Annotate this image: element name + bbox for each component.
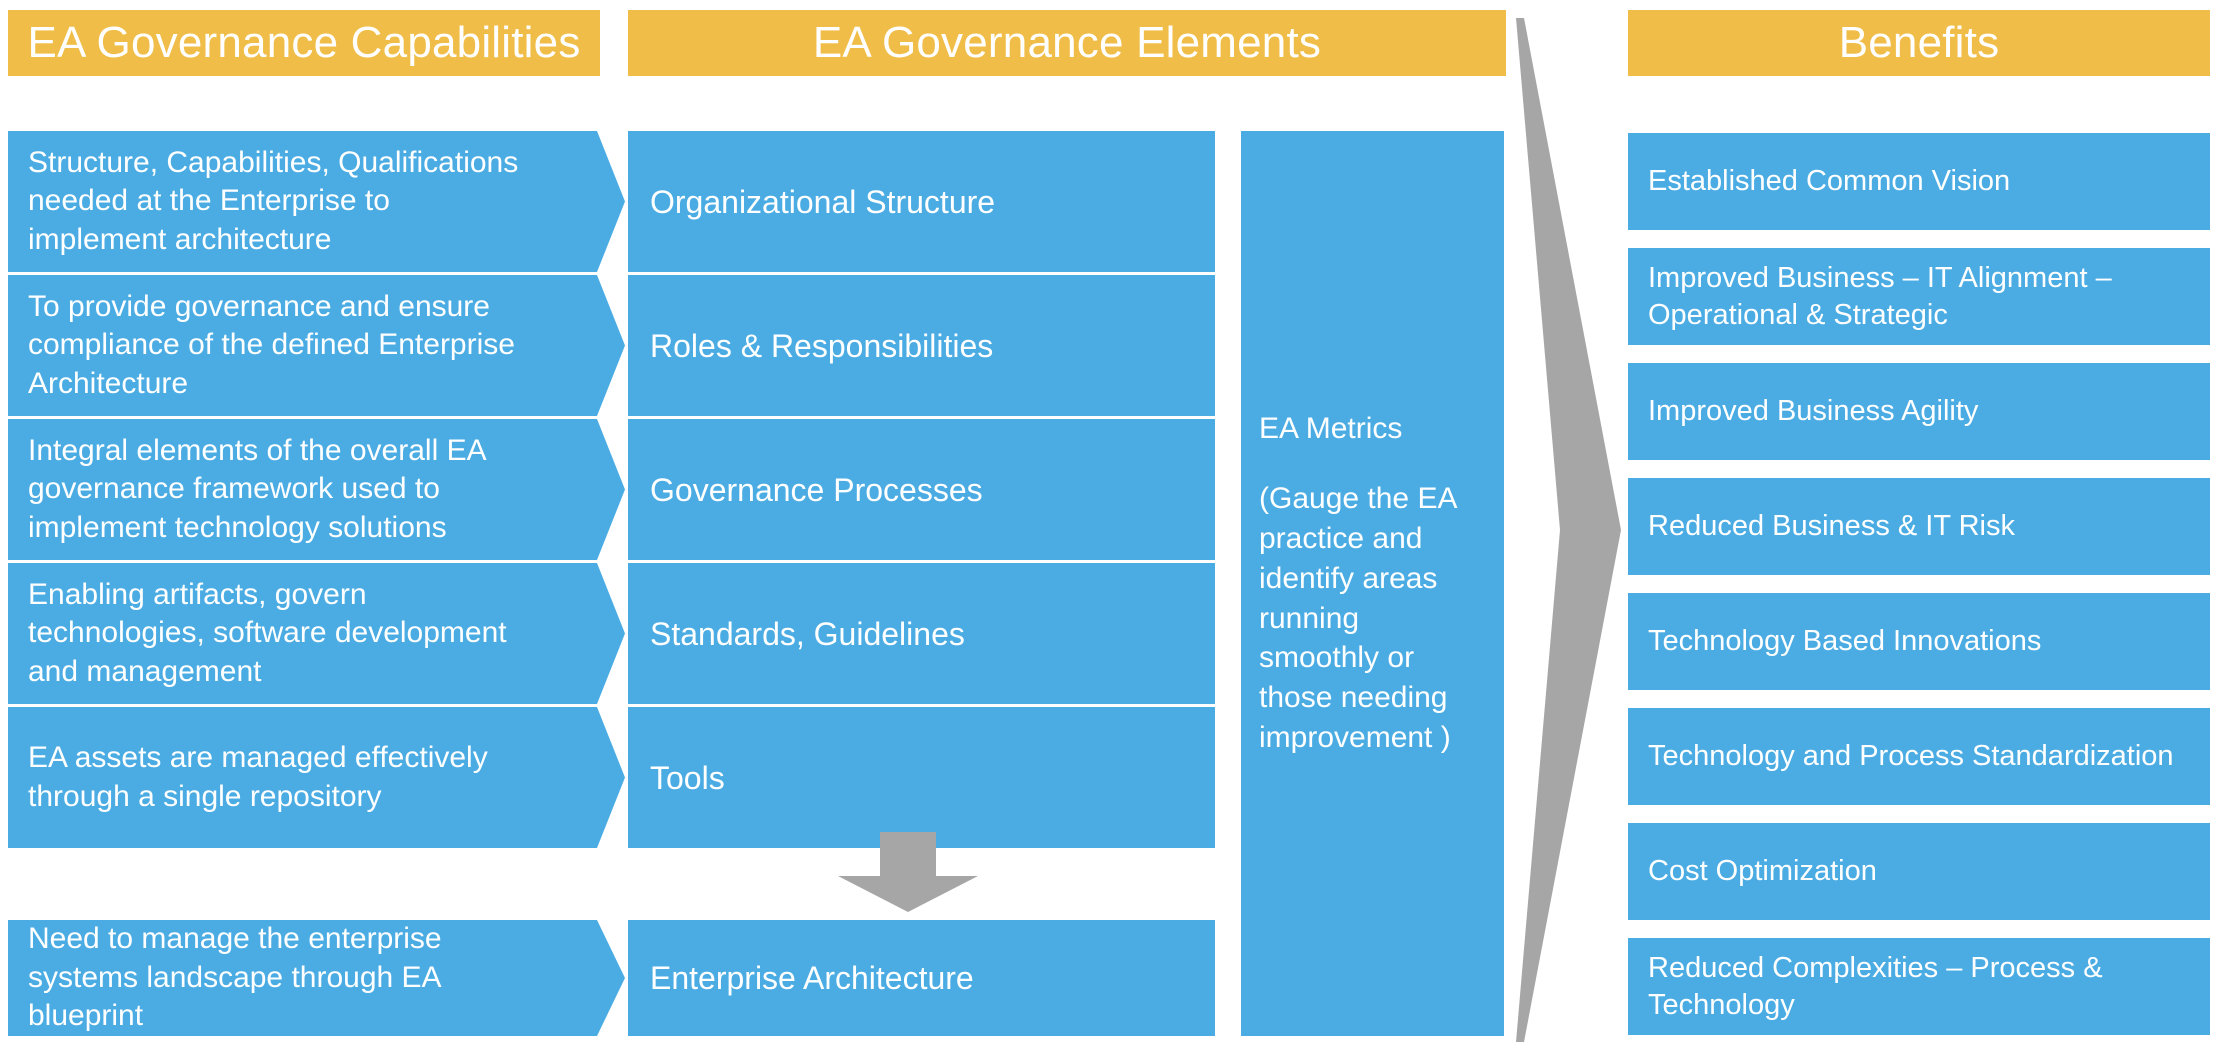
down-arrow-icon bbox=[838, 832, 978, 912]
element-box-governance-processes: Governance Processes bbox=[628, 419, 1215, 560]
ea-metrics-title: EA Metrics bbox=[1259, 411, 1403, 445]
ea-metrics-box: EA Metrics (Gauge the EA practice and id… bbox=[1241, 131, 1504, 1036]
capability-chevron-2: To provide governance and ensure complia… bbox=[8, 275, 625, 416]
benefit-box-1: Established Common Vision bbox=[1628, 133, 2210, 230]
element-box-enterprise-architecture: Enterprise Architecture bbox=[628, 920, 1215, 1036]
benefit-box-6: Technology and Process Standardization bbox=[1628, 708, 2210, 805]
ea-metrics-description: (Gauge the EA practice and identify area… bbox=[1259, 481, 1456, 755]
capability-chevron-3: Integral elements of the overall EA gove… bbox=[8, 419, 625, 560]
benefit-box-3: Improved Business Agility bbox=[1628, 363, 2210, 460]
benefits-column-header: Benefits bbox=[1628, 10, 2210, 76]
capability-chevron-1: Structure, Capabilities, Qualifications … bbox=[8, 131, 625, 272]
benefit-box-8: Reduced Complexities – Process & Technol… bbox=[1628, 938, 2210, 1035]
capabilities-column-header: EA Governance Capabilities bbox=[8, 10, 600, 76]
element-box-roles-responsibilities: Roles & Responsibilities bbox=[628, 275, 1215, 416]
capability-chevron-5: EA assets are managed effectively throug… bbox=[8, 707, 625, 848]
element-box-tools: Tools bbox=[628, 707, 1215, 848]
element-box-standards-guidelines: Standards, Guidelines bbox=[628, 563, 1215, 704]
capability-chevron-6: Need to manage the enterprise systems la… bbox=[8, 920, 625, 1036]
benefit-box-2: Improved Business – IT Alignment – Opera… bbox=[1628, 248, 2210, 345]
capability-chevron-4: Enabling artifacts, govern technologies,… bbox=[8, 563, 625, 704]
benefit-box-5: Technology Based Innovations bbox=[1628, 593, 2210, 690]
right-arrow-icon bbox=[1516, 18, 1621, 1042]
benefit-box-4: Reduced Business & IT Risk bbox=[1628, 478, 2210, 575]
elements-column-header: EA Governance Elements bbox=[628, 10, 1506, 76]
benefit-box-7: Cost Optimization bbox=[1628, 823, 2210, 920]
diagram-canvas: EA Governance Capabilities EA Governance… bbox=[0, 0, 2220, 1060]
element-box-organizational-structure: Organizational Structure bbox=[628, 131, 1215, 272]
ea-metrics-spacer bbox=[1259, 449, 1486, 479]
